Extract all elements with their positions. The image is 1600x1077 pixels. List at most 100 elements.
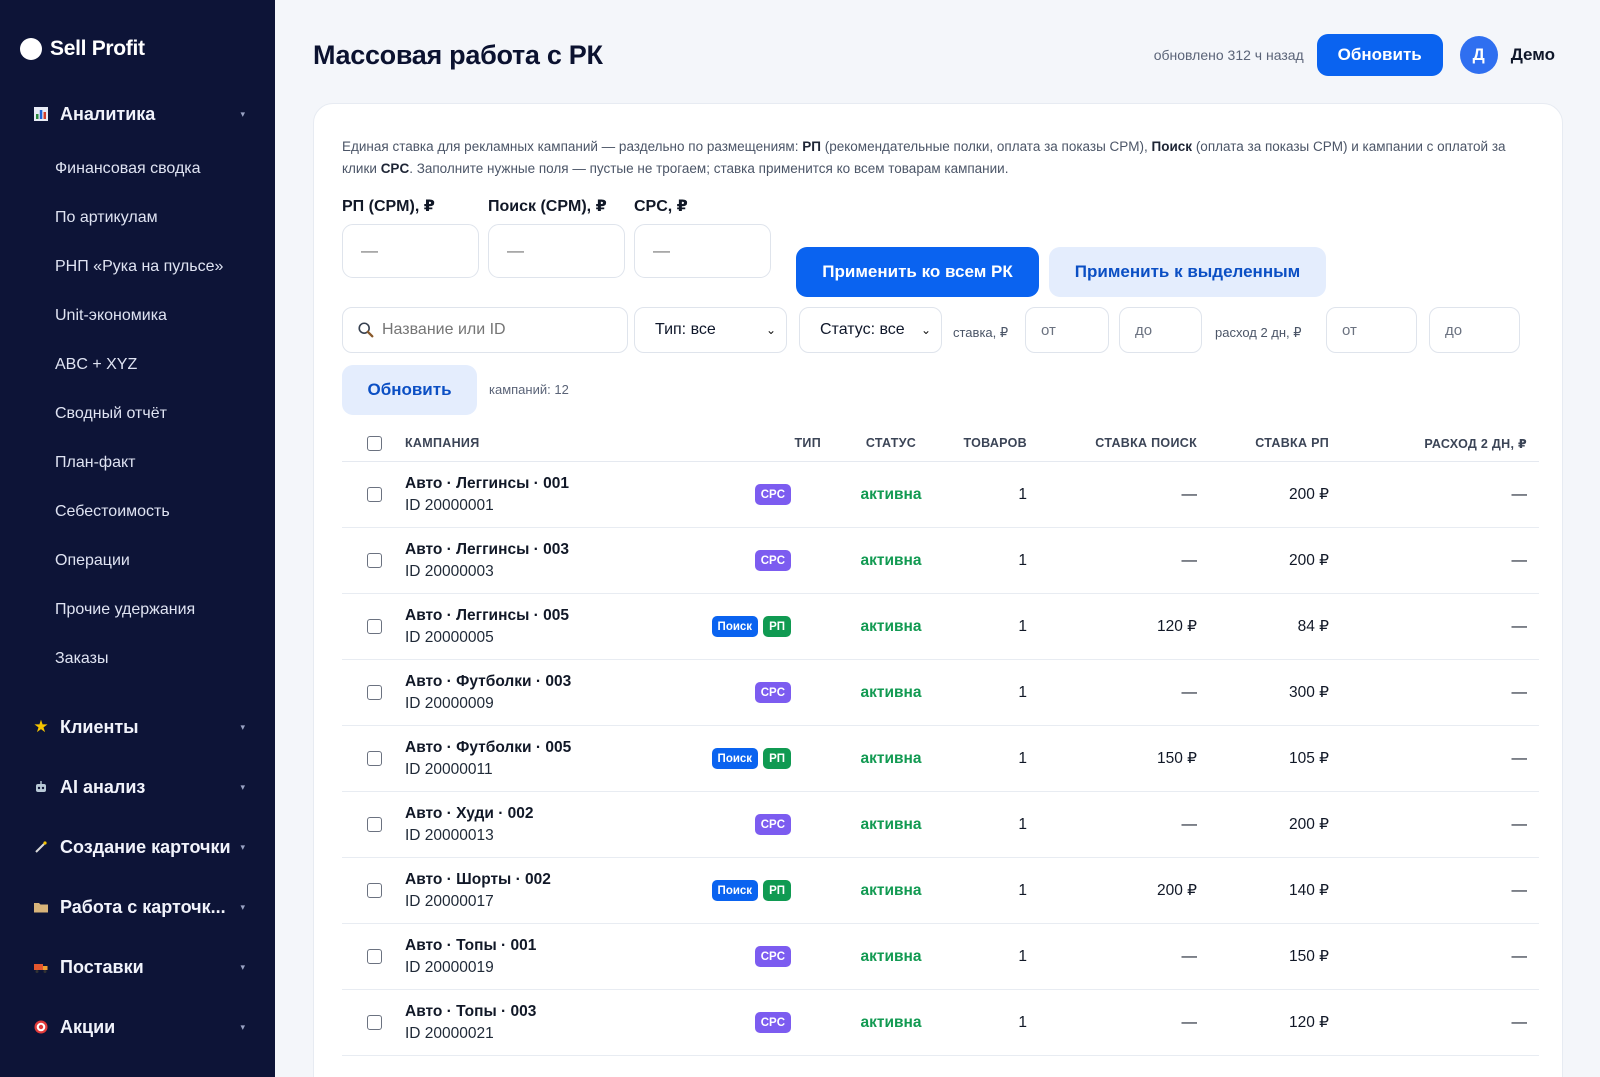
row-check-cell (367, 924, 382, 989)
header-status[interactable]: СТАТУС (856, 424, 926, 462)
table-row[interactable]: Авто · Худи · 002 ID 20000013 CPC активна 1 —… (342, 792, 1539, 858)
campaign-name[interactable]: Авто · Футболки · 005 (405, 737, 571, 759)
sidebar-item[interactable]: План-факт (0, 438, 275, 487)
user-name[interactable]: Демо (1511, 45, 1555, 65)
table-row[interactable]: Авто · Футболки · 001 (342, 1056, 1539, 1077)
apply-selected-button[interactable]: Применить к выделенным (1049, 247, 1326, 297)
sidebar-item[interactable]: ABC + XYZ (0, 340, 275, 389)
sidebar-group-2[interactable]: AI анализ ▾ (0, 757, 275, 817)
search-input[interactable] (382, 321, 612, 339)
bids-description: Единая ставка для рекламных кампаний — р… (342, 139, 1506, 176)
sidebar-group-0[interactable]: Аналитика ▾ (0, 84, 275, 144)
bid-search-value: 200 ₽ (1156, 882, 1197, 899)
sidebar-item[interactable]: Заказы (0, 634, 275, 683)
table-row[interactable]: Авто · Леггинсы · 003 ID 20000003 CPC актив… (342, 528, 1539, 594)
bid-to-input[interactable]: до (1119, 307, 1202, 353)
row-checkbox[interactable] (367, 949, 382, 964)
table-row[interactable]: Авто · Топы · 001 ID 20000019 CPC активна 1 —… (342, 924, 1539, 990)
sidebar-item[interactable]: РНП «Рука на пульсе» (0, 242, 275, 291)
sidebar-group-3[interactable]: Создание карточки ▾ (0, 817, 275, 877)
sidebar-item[interactable]: Финансовая сводка (0, 144, 275, 193)
status-select[interactable]: Статус: все ⌄ (799, 307, 942, 353)
brand[interactable]: Sell Profit (0, 0, 275, 70)
sidebar-group-6[interactable]: Акции ▾ (0, 997, 275, 1057)
search-bid-input[interactable] (488, 224, 625, 278)
cpc-bid-input[interactable] (634, 224, 771, 278)
goods-cell: 1 (1018, 528, 1027, 593)
campaign-name[interactable]: Авто · Леггинсы · 001 (405, 473, 569, 495)
type-select[interactable]: Тип: все ⌄ (634, 307, 787, 353)
campaign-name[interactable]: Авто · Топы · 001 (405, 935, 536, 957)
cpc-bid-label: CPC, ₽ (634, 198, 688, 215)
header-campaign[interactable]: КАМПАНИЯ (405, 424, 479, 462)
sidebar-item-label: Заказы (55, 649, 109, 667)
bid-search-cell: 200 ₽ (1157, 858, 1197, 923)
header-goods[interactable]: ТОВАРОВ (963, 424, 1027, 462)
type-cell: CPC (754, 792, 791, 857)
bid-from-input[interactable]: от (1025, 307, 1109, 353)
table-row[interactable]: Авто · Футболки · 003 ID 20000009 CPC актив… (342, 660, 1539, 726)
sidebar-item[interactable]: Unit-экономика (0, 291, 275, 340)
header-spend[interactable]: РАСХОД 2 ДН, ₽ (1424, 424, 1527, 462)
header-type[interactable]: ТИП (794, 424, 821, 462)
refresh-button[interactable]: Обновить (1316, 34, 1443, 76)
spend-from-input[interactable]: от (1326, 307, 1417, 353)
spend-value: — (1511, 749, 1528, 767)
spend-cell: — (1512, 528, 1528, 593)
campaign-name[interactable]: Авто · Шорты · 002 (405, 869, 551, 891)
header-bid-rp[interactable]: СТАВКА РП (1255, 424, 1329, 462)
row-checkbox[interactable] (367, 553, 382, 568)
select-all-checkbox[interactable] (367, 435, 382, 451)
search-field[interactable] (342, 307, 628, 353)
bid-search-cell: — (1182, 924, 1198, 989)
type-badge-cpc: CPC (754, 946, 791, 967)
table-row[interactable]: Авто · Топы · 003 ID 20000021 CPC активна 1 —… (342, 990, 1539, 1056)
status-badge: активна (860, 749, 922, 767)
header-bid-search[interactable]: СТАВКА ПОИСК (1095, 424, 1197, 462)
sidebar-item[interactable]: Операции (0, 536, 275, 585)
table-row[interactable]: Авто · Футболки · 005 ID 20000011 Поиск РП а… (342, 726, 1539, 792)
filters-refresh-button[interactable]: Обновить (342, 365, 477, 415)
campaign-id: ID 20000013 (405, 826, 494, 844)
bid-rp-cell: 200 ₽ (1289, 462, 1329, 527)
row-checkbox[interactable] (367, 751, 382, 766)
campaign-id: ID 20000017 (405, 892, 494, 910)
sidebar-group-5[interactable]: Поставки ▾ (0, 937, 275, 997)
campaign-name[interactable]: Авто · Леггинсы · 005 (405, 605, 569, 627)
sidebar-item-label: Прочие удержания (55, 600, 196, 618)
row-checkbox[interactable] (367, 487, 382, 502)
campaign-name[interactable]: Авто · Леггинсы · 003 (405, 539, 569, 561)
sidebar-item[interactable]: По артикулам (0, 193, 275, 242)
main-content: Массовая работа с РК обновлено 312 ч наз… (275, 0, 1600, 1077)
campaign-name[interactable]: Авто · Топы · 003 (405, 1001, 536, 1023)
bid-rp-value: 120 ₽ (1288, 1014, 1329, 1031)
bid-rp-value: 200 ₽ (1288, 552, 1329, 569)
row-checkbox[interactable] (367, 619, 382, 634)
header-type-label: ТИП (794, 436, 821, 450)
table-row[interactable]: Авто · Шорты · 002 ID 20000017 Поиск РП акти… (342, 858, 1539, 924)
sidebar-group-4[interactable]: Работа с карточк... ▾ (0, 877, 275, 937)
row-checkbox[interactable] (367, 1015, 382, 1030)
apply-all-button[interactable]: Применить ко всем РК (796, 247, 1039, 297)
avatar[interactable]: Д (1459, 36, 1498, 74)
rp-bid-input[interactable] (342, 224, 479, 278)
type-cell: Поиск РП (711, 858, 791, 923)
table-body: Авто · Леггинсы · 001 ID 20000001 CPC актив… (342, 462, 1539, 1077)
campaign-name[interactable]: Авто · Худи · 002 (405, 803, 534, 825)
sidebar-item[interactable]: Прочие удержания (0, 585, 275, 634)
sidebar-item[interactable]: Сводный отчёт (0, 389, 275, 438)
campaign-name[interactable]: Авто · Футболки · 003 (405, 671, 571, 693)
spend-to-input[interactable]: до (1429, 307, 1520, 353)
row-checkbox[interactable] (367, 883, 382, 898)
sidebar-group-1[interactable]: ★ Клиенты ▾ (0, 697, 275, 757)
campaign-id: ID 20000001 (405, 496, 494, 514)
row-checkbox[interactable] (367, 685, 382, 700)
table-row[interactable]: Авто · Леггинсы · 001 ID 20000001 CPC актив… (342, 462, 1539, 528)
bid-range-label: ставка, ₽ (953, 325, 1009, 340)
spend-value: — (1511, 551, 1528, 569)
row-checkbox[interactable] (367, 817, 382, 832)
table-row[interactable]: Авто · Леггинсы · 005 ID 20000005 Поиск РП а… (342, 594, 1539, 660)
bid-rp-value: 84 ₽ (1297, 618, 1329, 635)
sidebar-item[interactable]: Себестоимость (0, 487, 275, 536)
goods-count: 1 (1018, 551, 1027, 569)
